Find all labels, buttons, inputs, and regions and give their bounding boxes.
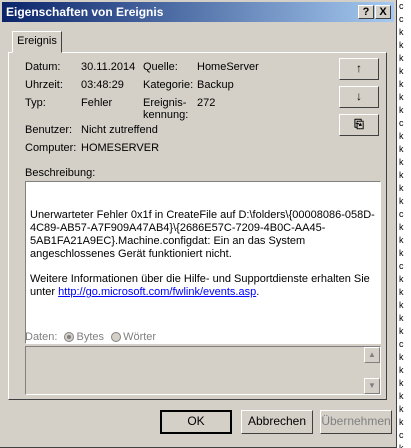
background-char: k <box>399 105 404 115</box>
background-char: k <box>399 183 404 193</box>
background-char: c <box>399 430 404 440</box>
background-char: k <box>399 287 404 297</box>
computer-value: HOMESERVER <box>81 142 160 154</box>
ok-button[interactable]: OK <box>160 410 232 434</box>
benutzer-label: Benutzer: <box>25 124 73 136</box>
cancel-button[interactable]: Abbrechen <box>241 410 313 434</box>
data-row: Daten: Bytes Wörter <box>25 331 156 343</box>
background-char: k <box>399 222 404 232</box>
background-char: k <box>399 300 404 310</box>
background-char: k <box>399 196 404 206</box>
kategorie-value: Backup <box>197 79 234 91</box>
title-bar: Eigenschaften von Ereignis ? X <box>2 2 394 22</box>
background-char: c <box>399 1 404 11</box>
event-properties-dialog: Eigenschaften von Ereignis ? X Ereignis … <box>0 0 397 448</box>
bytes-radio[interactable] <box>64 332 75 342</box>
copy-icon: ⎘ <box>354 117 364 131</box>
apply-button[interactable]: Übernehmen <box>320 410 392 434</box>
arrow-up-icon: ↑ <box>356 61 362 75</box>
background-char: k <box>399 27 404 37</box>
more-info-link[interactable]: http://go.microsoft.com/fwlink/events.as… <box>58 286 256 298</box>
ereigniskennung-label-2: kennung: <box>143 109 189 121</box>
background-char: k <box>399 404 404 414</box>
arrow-down-icon: ↓ <box>356 89 362 103</box>
uhrzeit-label: Uhrzeit: <box>25 79 63 91</box>
description-label: Beschreibung: <box>25 167 96 179</box>
more-info-suffix: . <box>256 286 260 298</box>
background-char: c <box>399 339 404 349</box>
background-char: k <box>399 378 404 388</box>
background-char: c <box>399 261 404 271</box>
background-char: c <box>399 118 404 128</box>
background-char: k <box>399 170 404 180</box>
background-char: k <box>399 66 404 76</box>
background-char: k <box>399 235 404 245</box>
close-button[interactable]: X <box>375 5 391 19</box>
background-char: k <box>399 391 404 401</box>
datum-label: Datum: <box>25 61 61 73</box>
background-char: k <box>399 40 404 50</box>
previous-event-button[interactable]: ↑ <box>339 58 379 80</box>
background-char: k <box>399 417 404 427</box>
copy-button[interactable]: ⎘ <box>339 114 379 136</box>
help-button[interactable]: ? <box>358 5 374 19</box>
kategorie-label: Kategorie: <box>143 79 194 91</box>
background-char: k <box>399 274 404 284</box>
description-more-info: Weitere Informationen über die Hilfe- un… <box>30 273 377 299</box>
background-char: k <box>399 326 404 336</box>
next-event-button[interactable]: ↓ <box>339 86 379 108</box>
data-textbox[interactable]: ▲ ▼ <box>25 346 381 395</box>
description-textbox[interactable]: Unerwarteter Fehler 0x1f in CreateFile a… <box>25 181 381 344</box>
background-char: c <box>399 209 404 219</box>
scroll-up-icon[interactable]: ▲ <box>364 347 380 363</box>
data-label: Daten: <box>25 331 58 343</box>
ereigniskennung-value: 272 <box>197 97 216 109</box>
words-radio[interactable] <box>111 332 122 342</box>
quelle-value: HomeServer <box>197 61 259 73</box>
computer-label: Computer: <box>25 142 77 154</box>
tab-ereignis[interactable]: Ereignis <box>12 31 62 53</box>
background-window-edge: cckkkkkkkckkkkkkckkkckkkkkckkkkkkck <box>397 0 411 448</box>
typ-label: Typ: <box>25 97 46 109</box>
background-char: k <box>399 365 404 375</box>
uhrzeit-value: 03:48:29 <box>81 79 124 91</box>
background-char: k <box>399 79 404 89</box>
background-char: k <box>399 144 404 154</box>
quelle-label: Quelle: <box>143 61 178 73</box>
background-char: k <box>399 352 404 362</box>
background-char: k <box>399 443 404 448</box>
datum-value: 30.11.2014 <box>81 61 136 73</box>
background-char: k <box>399 92 404 102</box>
background-char: k <box>399 157 404 167</box>
benutzer-value: Nicht zutreffend <box>81 124 158 136</box>
words-label: Wörter <box>123 331 157 343</box>
window-title: Eigenschaften von Ereignis <box>6 5 164 19</box>
bytes-label: Bytes <box>76 331 104 343</box>
background-char: k <box>399 313 404 323</box>
ereigniskennung-label-1: Ereignis- <box>143 97 187 109</box>
background-char: c <box>399 14 404 24</box>
description-text: Unerwarteter Fehler 0x1f in CreateFile a… <box>30 209 375 260</box>
background-char: k <box>399 131 404 141</box>
background-char: k <box>399 53 404 63</box>
background-char: k <box>399 248 404 258</box>
typ-value: Fehler <box>81 97 113 109</box>
scroll-down-icon[interactable]: ▼ <box>364 378 380 394</box>
